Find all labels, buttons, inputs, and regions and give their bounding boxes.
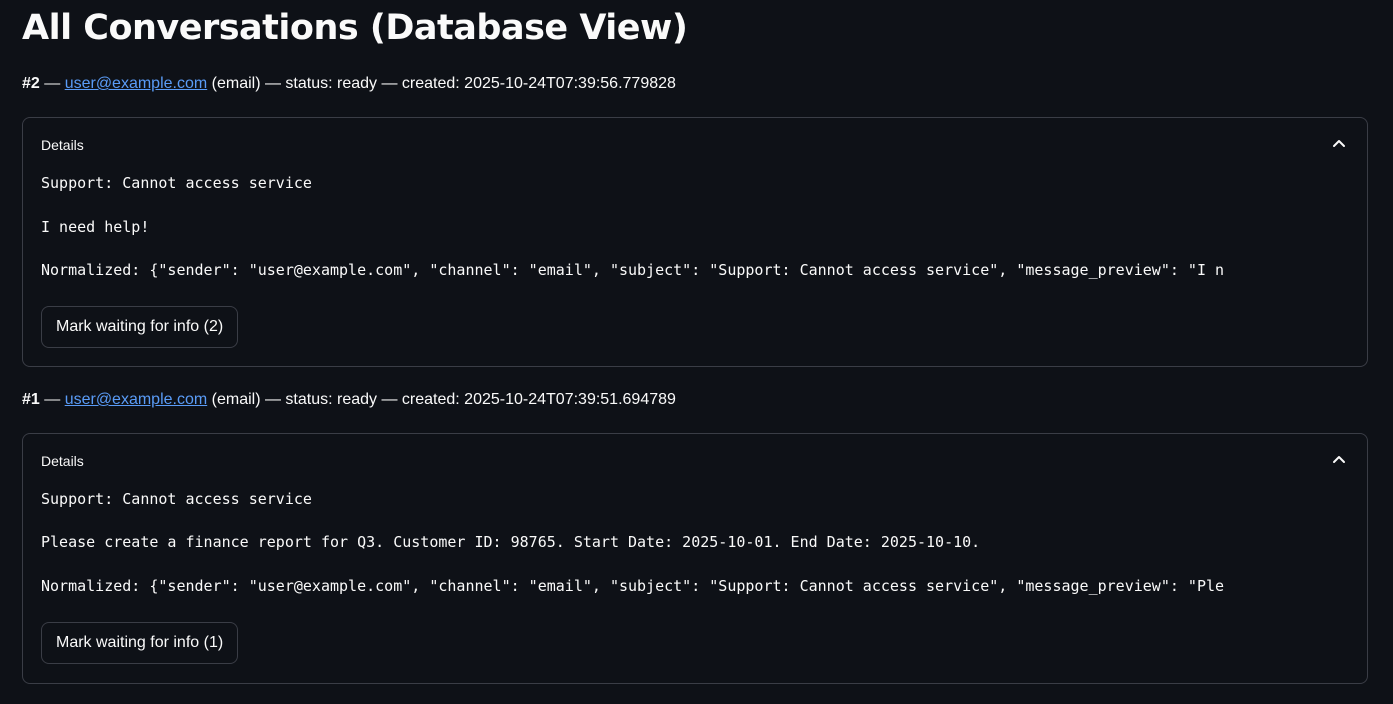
conversation-header: #2 — user@example.com (email) — status: … — [22, 74, 676, 94]
subject-text: Support: Cannot access service — [41, 174, 312, 192]
page: All Conversations (Database View) #2 — u… — [0, 0, 1393, 704]
details-expander: Details Support: Cannot access service I… — [22, 117, 1368, 367]
mark-waiting-button[interactable]: Mark waiting for info (2) — [41, 306, 239, 348]
expander-header[interactable]: Details — [23, 434, 1367, 486]
message-text: I need help! — [41, 218, 150, 236]
subject-text: Support: Cannot access service — [41, 490, 312, 508]
chevron-up-icon[interactable] — [1331, 452, 1347, 468]
expander-header[interactable]: Details — [23, 118, 1367, 170]
expander-label: Details — [41, 453, 84, 469]
sender-email-link[interactable]: user@example.com — [65, 75, 208, 92]
conversation-header: #1 — user@example.com (email) — status: … — [22, 390, 676, 410]
mark-waiting-button[interactable]: Mark waiting for info (1) — [41, 622, 239, 664]
conversation-meta: (email) — status: ready — created: 2025-… — [207, 75, 676, 92]
separator: — — [39, 391, 65, 408]
details-expander: Details Support: Cannot access service P… — [22, 433, 1368, 684]
conversation-number: #2 — [22, 75, 40, 92]
separator: — — [39, 75, 65, 92]
conversation-meta: (email) — status: ready — created: 2025-… — [207, 391, 676, 408]
normalized-text: Normalized: {"sender": "user@example.com… — [41, 577, 1225, 595]
page-title: All Conversations (Database View) — [22, 8, 688, 48]
message-text: Please create a finance report for Q3. C… — [41, 533, 981, 551]
conversation-number: #1 — [22, 391, 40, 408]
chevron-up-icon[interactable] — [1331, 136, 1347, 152]
normalized-text: Normalized: {"sender": "user@example.com… — [41, 261, 1225, 279]
expander-label: Details — [41, 137, 84, 153]
sender-email-link[interactable]: user@example.com — [65, 391, 208, 408]
